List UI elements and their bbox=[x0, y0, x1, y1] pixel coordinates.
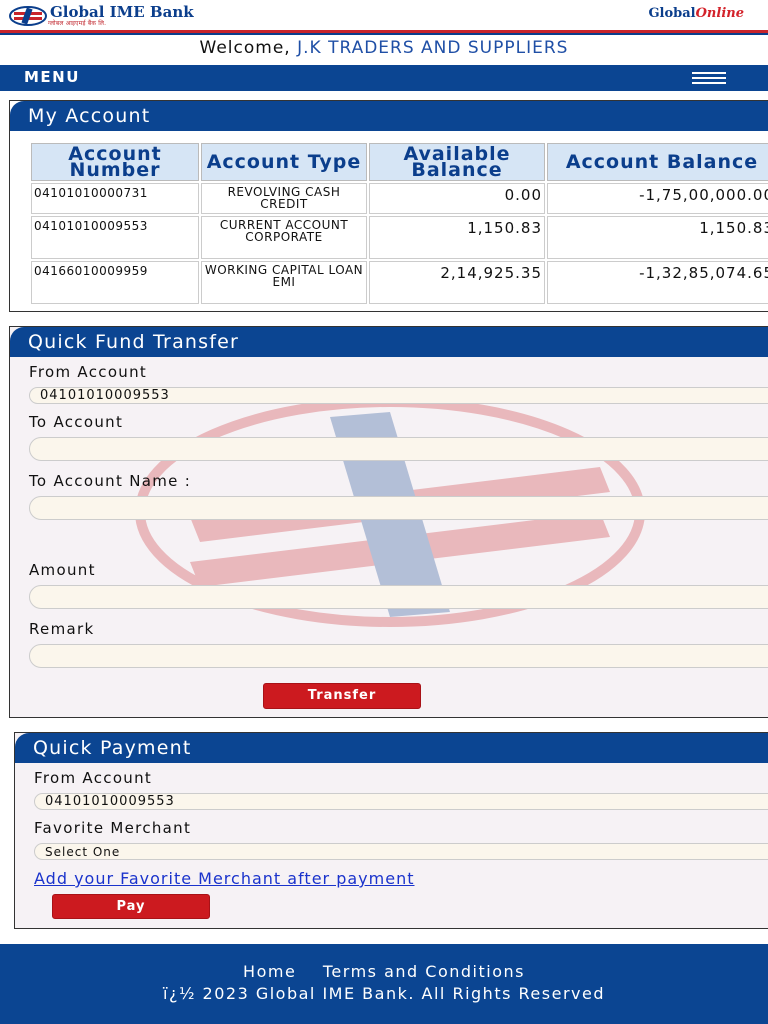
transfer-button[interactable]: Transfer bbox=[263, 683, 421, 709]
favorite-merchant-label: Favorite Merchant bbox=[34, 819, 192, 837]
account-type-cell: WORKING CAPITAL LOAN EMI bbox=[201, 261, 367, 304]
amount-input[interactable] bbox=[29, 585, 768, 609]
hamburger-icon[interactable] bbox=[692, 72, 726, 84]
account-number-cell[interactable]: 04101010009553 bbox=[31, 216, 199, 259]
account-number-cell[interactable]: 04166010009959 bbox=[31, 261, 199, 304]
footer-terms-link[interactable]: Terms and Conditions bbox=[323, 962, 525, 981]
col-available-balance: Available Balance bbox=[369, 143, 545, 181]
account-balance-cell: -1,75,00,000.00 bbox=[547, 183, 768, 214]
available-balance-cell: 1,150.83 bbox=[369, 216, 545, 259]
remark-label: Remark bbox=[29, 620, 95, 638]
fund-transfer-title: Quick Fund Transfer bbox=[10, 327, 768, 357]
from-account-select[interactable]: 04101010009553 bbox=[29, 387, 768, 404]
welcome-prefix: Welcome, bbox=[199, 38, 291, 58]
col-account-type: Account Type bbox=[201, 143, 367, 181]
my-account-panel: My Account Account Number Account Type A… bbox=[9, 100, 768, 312]
to-account-label: To Account bbox=[29, 413, 124, 431]
menu-label[interactable]: MENU bbox=[24, 68, 80, 86]
my-account-title: My Account bbox=[10, 101, 768, 131]
bank-logo-icon bbox=[9, 6, 47, 26]
footer-links: Home Terms and Conditions bbox=[0, 962, 768, 981]
to-account-name-label: To Account Name : bbox=[29, 472, 192, 490]
col-account-balance: Account Balance bbox=[547, 143, 768, 181]
payment-from-account-select[interactable]: 04101010009553 bbox=[34, 793, 768, 810]
to-account-input[interactable] bbox=[29, 437, 768, 461]
amount-label: Amount bbox=[29, 561, 96, 579]
from-account-label: From Account bbox=[29, 363, 148, 381]
header-divider-blue bbox=[0, 33, 768, 35]
customer-name: J.K TRADERS AND SUPPLIERS bbox=[297, 38, 569, 58]
top-header: Global IME Bank ग्लोबल आइएमई बैंक लि. Gl… bbox=[0, 0, 768, 34]
footer: Home Terms and Conditions ï¿½ 2023 Globa… bbox=[0, 944, 768, 1024]
quick-payment-panel: Quick Payment From Account 0410101000955… bbox=[14, 732, 768, 929]
payment-from-account-label: From Account bbox=[34, 769, 153, 787]
table-row[interactable]: 04101010009553 CURRENT ACCOUNT CORPORATE… bbox=[31, 216, 768, 259]
account-balance-cell: 1,150.83 bbox=[547, 216, 768, 259]
pay-button[interactable]: Pay bbox=[52, 894, 210, 919]
welcome-message: Welcome, J.K TRADERS AND SUPPLIERS bbox=[0, 38, 768, 58]
remark-input[interactable] bbox=[29, 644, 768, 668]
menu-bar[interactable]: MENU bbox=[0, 65, 768, 91]
online-brand-part2: Online bbox=[695, 6, 744, 21]
account-number-cell[interactable]: 04101010000731 bbox=[31, 183, 199, 214]
bank-logo[interactable]: Global IME Bank ग्लोबल आइएमई बैंक लि. bbox=[8, 4, 194, 28]
online-brand-part1: Global bbox=[648, 6, 696, 21]
bank-name: Global IME Bank bbox=[50, 3, 194, 21]
available-balance-cell: 0.00 bbox=[369, 183, 545, 214]
account-type-cell: CURRENT ACCOUNT CORPORATE bbox=[201, 216, 367, 259]
account-type-cell: REVOLVING CASH CREDIT bbox=[201, 183, 367, 214]
copyright-text: ï¿½ 2023 Global IME Bank. All Rights Res… bbox=[163, 984, 605, 1003]
add-favorite-merchant-link[interactable]: Add your Favorite Merchant after payment bbox=[34, 869, 414, 888]
table-row[interactable]: 04166010009959 WORKING CAPITAL LOAN EMI … bbox=[31, 261, 768, 304]
table-row[interactable]: 04101010000731 REVOLVING CASH CREDIT 0.0… bbox=[31, 183, 768, 214]
quick-fund-transfer-panel: Quick Fund Transfer From Account 0410101… bbox=[9, 326, 768, 718]
accounts-table: Account Number Account Type Available Ba… bbox=[29, 141, 768, 306]
quick-payment-title: Quick Payment bbox=[15, 733, 768, 763]
footer-home-link[interactable]: Home bbox=[243, 962, 296, 981]
account-balance-cell: -1,32,85,074.65 bbox=[547, 261, 768, 304]
favorite-merchant-select[interactable]: Select One bbox=[34, 843, 768, 860]
col-account-number: Account Number bbox=[31, 143, 199, 181]
available-balance-cell: 2,14,925.35 bbox=[369, 261, 545, 304]
to-account-name-input[interactable] bbox=[29, 496, 768, 520]
global-online-logo: GlobalOnline bbox=[648, 6, 744, 21]
